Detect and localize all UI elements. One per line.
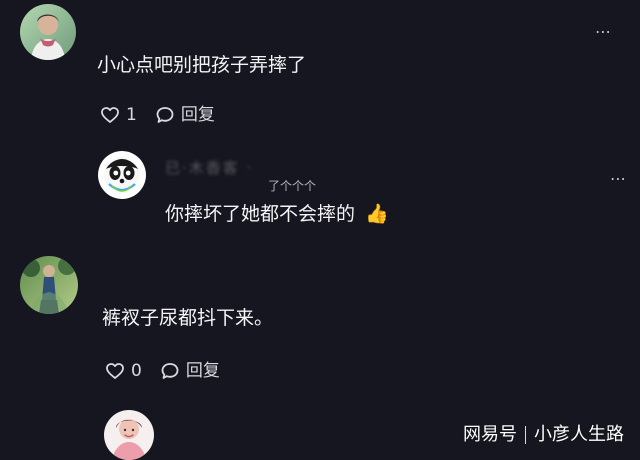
avatar[interactable] xyxy=(98,151,146,199)
avatar[interactable] xyxy=(104,410,154,460)
thumbs-up-icon: 👍 xyxy=(365,203,389,225)
reply-label: 回复 xyxy=(185,360,220,381)
reply-button[interactable]: 回复 xyxy=(160,361,220,381)
chat-bubble-icon xyxy=(155,105,175,125)
comment-2: 裤衩子尿都抖下来。 0 回复 xyxy=(0,240,640,390)
comment-text: 裤衩子尿都抖下来。 xyxy=(102,307,274,329)
reply-button[interactable]: 回复 xyxy=(155,105,215,125)
like-button[interactable]: 0 xyxy=(105,362,142,380)
watermark-divider xyxy=(525,426,526,444)
more-dots-icon[interactable]: ⋯ xyxy=(610,171,627,187)
heart-icon xyxy=(105,362,125,380)
more-dots-icon[interactable]: ⋯ xyxy=(595,24,612,40)
like-button[interactable]: 1 xyxy=(100,106,137,124)
like-count: 0 xyxy=(131,360,142,381)
reply-text-row: 你摔坏了她都不会摔的 👍 xyxy=(165,205,389,224)
watermark-author: 小彦人生路 xyxy=(534,424,624,445)
reply-username-blurred: 已·木香客 · xyxy=(165,159,254,177)
reply-1: 已·木香客 · 了个个个 ⋯ 你摔坏了她都不会摔的 👍 xyxy=(0,145,640,240)
avatar[interactable] xyxy=(20,256,78,314)
chat-bubble-icon xyxy=(160,361,180,381)
reply-text: 你摔坏了她都不会摔的 xyxy=(165,203,356,225)
like-count: 1 xyxy=(126,104,137,125)
reply-label: 回复 xyxy=(180,104,215,125)
comment-1: ⋯ 小心点吧别把孩子弄摔了 1 回复 xyxy=(0,0,640,145)
comment-actions: 0 回复 xyxy=(105,361,220,381)
comment-actions: 1 回复 xyxy=(100,105,215,125)
avatar[interactable] xyxy=(20,4,76,60)
heart-icon xyxy=(100,106,120,124)
comment-text: 小心点吧别把孩子弄摔了 xyxy=(97,54,307,76)
watermark: 网易号 小彦人生路 xyxy=(463,426,624,444)
reply-overlay-fragment: 了个个个 xyxy=(268,179,317,193)
watermark-brand: 网易号 xyxy=(463,424,517,445)
